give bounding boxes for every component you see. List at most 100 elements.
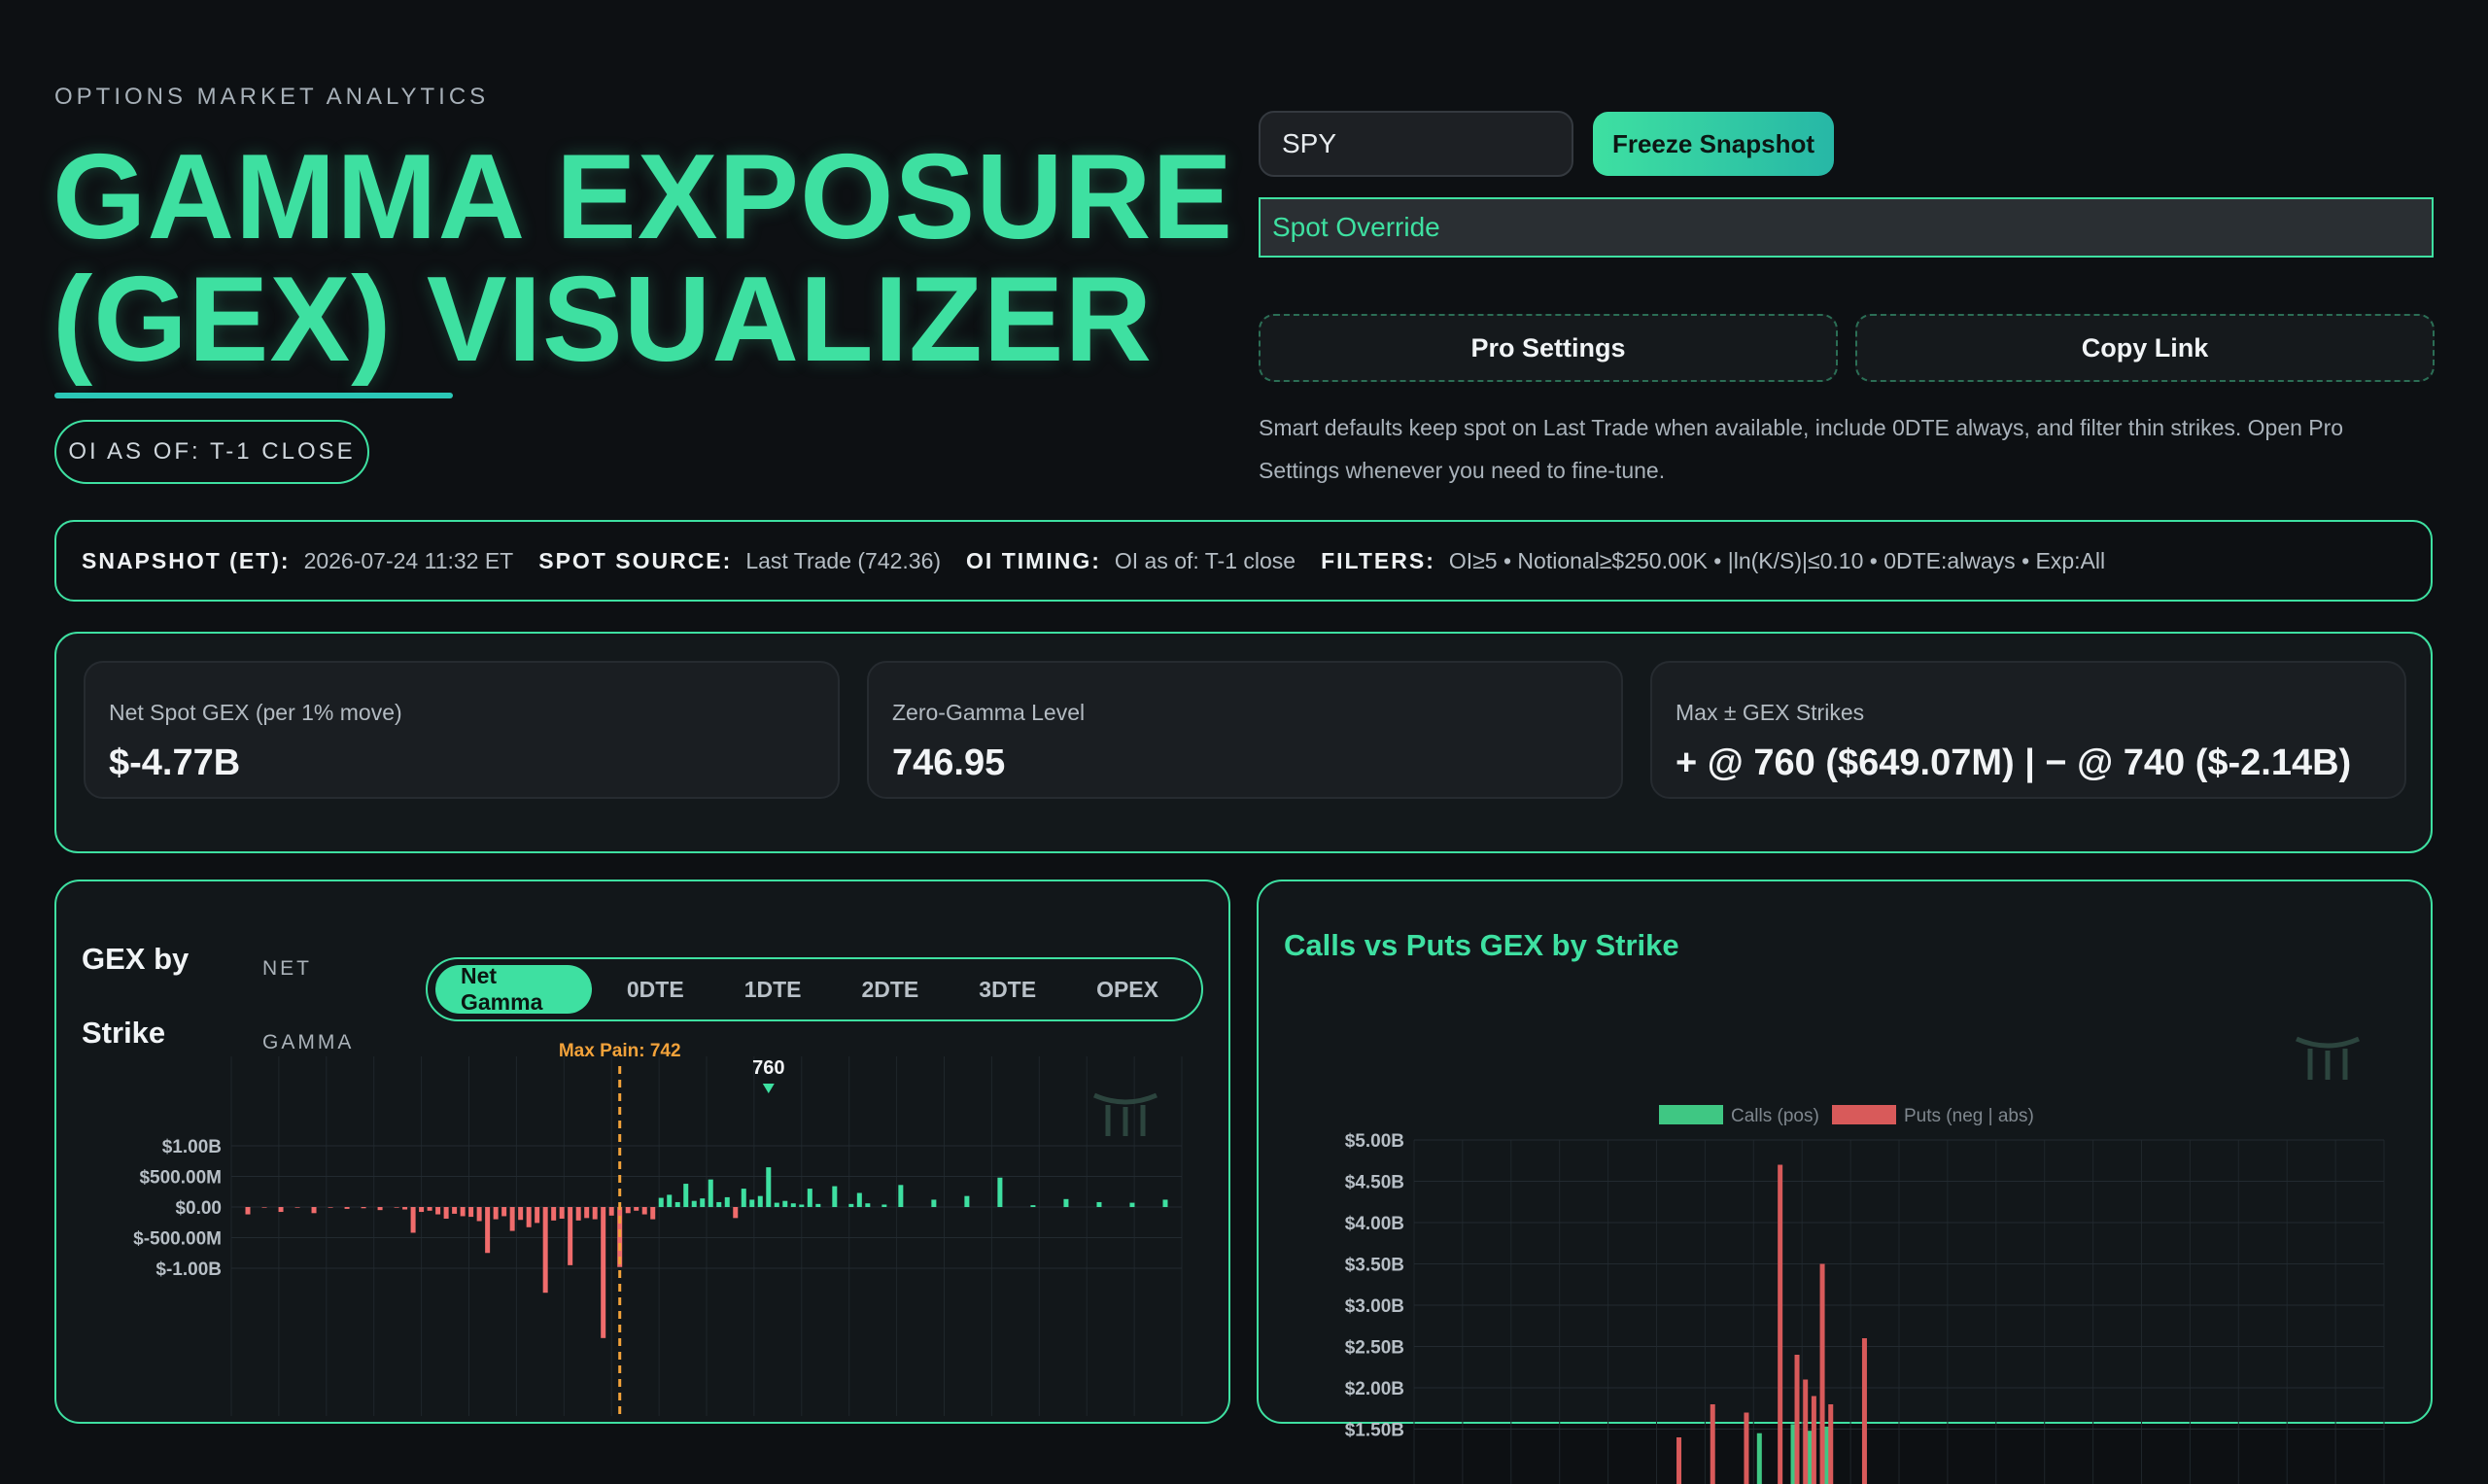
tab-3dte[interactable]: 3DTE xyxy=(953,965,1061,1014)
y-tick-label: $2.00B xyxy=(1345,1379,1404,1399)
tab-opex[interactable]: OPEX xyxy=(1071,965,1184,1014)
puts-bar xyxy=(1803,1380,1808,1484)
puts-bar xyxy=(1710,1404,1715,1484)
spot-source-value: Last Trade (742.36) xyxy=(745,548,941,574)
filters-value: OI≥5 • Notional≥$250.00K • |ln(K/S)|≤0.1… xyxy=(1449,548,2105,574)
gex-bar xyxy=(551,1207,556,1221)
puts-bar xyxy=(1828,1404,1833,1484)
watermark-icon xyxy=(2297,1039,2359,1080)
puts-bar xyxy=(1820,1264,1825,1484)
gex-bar xyxy=(692,1201,697,1207)
gex-bar xyxy=(931,1199,936,1207)
gex-bar xyxy=(501,1207,506,1216)
gex-bar xyxy=(576,1207,581,1221)
gex-bar xyxy=(725,1197,730,1207)
tab-net-gamma[interactable]: Net Gamma xyxy=(435,965,592,1014)
gex-bar xyxy=(428,1207,432,1211)
gex-bar xyxy=(659,1198,664,1207)
gex-bar xyxy=(402,1207,407,1210)
gex-bar xyxy=(733,1207,738,1218)
y-tick-label: $3.00B xyxy=(1345,1296,1404,1317)
tab-1dte[interactable]: 1DTE xyxy=(719,965,827,1014)
gex-bar xyxy=(716,1202,721,1207)
legend-swatch-puts xyxy=(1832,1105,1896,1124)
legend-label-calls: Calls (pos) xyxy=(1731,1106,1819,1126)
gex-bar xyxy=(848,1204,853,1207)
kpi-value: 746.95 xyxy=(892,742,1005,784)
gex-bar xyxy=(1096,1202,1101,1207)
gex-bar xyxy=(857,1193,862,1207)
gex-bar xyxy=(560,1207,565,1219)
page-title: GAMMA EXPOSURE (GEX) VISUALIZER xyxy=(52,136,1233,381)
kpi-zero-gamma: Zero-Gamma Level 746.95 xyxy=(867,661,1623,799)
gex-bar xyxy=(1030,1205,1035,1207)
peak-arrow-icon xyxy=(763,1084,775,1093)
snapshot-meta-bar: SNAPSHOT (ET): 2026-07-24 11:32 ET SPOT … xyxy=(54,520,2433,602)
y-tick-label: $5.00B xyxy=(1345,1131,1404,1152)
gex-bar xyxy=(758,1196,763,1207)
freeze-snapshot-button[interactable]: Freeze Snapshot xyxy=(1593,112,1834,176)
legend-label-puts: Puts (neg | abs) xyxy=(1904,1106,2034,1126)
eyebrow: OPTIONS MARKET ANALYTICS xyxy=(54,84,489,111)
gex-bar xyxy=(749,1199,754,1207)
y-tick-label: $-1.00B xyxy=(156,1260,222,1280)
dte-tab-bar: Net Gamma 0DTE 1DTE 2DTE 3DTE OPEX xyxy=(426,957,1203,1021)
gex-bar xyxy=(444,1207,449,1219)
gex-bar xyxy=(766,1167,771,1207)
gex-bar xyxy=(742,1189,746,1207)
y-tick-label: $1.00B xyxy=(162,1137,222,1157)
gex-bar xyxy=(279,1207,284,1212)
oi-timing-badge: OI AS OF: T-1 CLOSE xyxy=(54,420,369,484)
pro-settings-button[interactable]: Pro Settings xyxy=(1259,314,1838,382)
gex-bar xyxy=(898,1185,903,1207)
gex-bar xyxy=(832,1187,837,1207)
puts-bar xyxy=(1744,1413,1748,1484)
gex-bar xyxy=(584,1207,589,1218)
gex-bar xyxy=(312,1207,317,1213)
gex-by-strike-chart: $1.00B$500.00M$0.00$-500.00M$-1.00B Max … xyxy=(56,1037,1228,1416)
kpi-label: Zero-Gamma Level xyxy=(892,700,1085,726)
gex-bar xyxy=(435,1207,440,1215)
calls-vs-puts-panel: Calls vs Puts GEX by Strike Calls (pos)P… xyxy=(1257,880,2433,1424)
gex-bar xyxy=(700,1198,705,1207)
gex-bar xyxy=(1063,1199,1068,1207)
gex-bar xyxy=(262,1207,267,1208)
snapshot-key: SNAPSHOT (ET): xyxy=(82,548,291,574)
tab-2dte[interactable]: 2DTE xyxy=(836,965,944,1014)
gex-bar xyxy=(295,1207,300,1208)
gex-bar xyxy=(865,1203,870,1207)
kpi-max-gex-strikes: Max ± GEX Strikes + @ 760 ($649.07M) | −… xyxy=(1650,661,2406,799)
gex-bar xyxy=(650,1207,655,1220)
tab-0dte[interactable]: 0DTE xyxy=(602,965,709,1014)
y-tick-label: $3.50B xyxy=(1345,1256,1404,1276)
max-pain-label: Max Pain: 742 xyxy=(559,1041,681,1061)
copy-link-button[interactable]: Copy Link xyxy=(1855,314,2435,382)
y-tick-label: $0.00 xyxy=(175,1198,222,1219)
gex-bar xyxy=(1129,1203,1134,1207)
gex-bar xyxy=(667,1194,672,1207)
y-tick-label: $4.00B xyxy=(1345,1214,1404,1234)
gex-bar xyxy=(593,1207,598,1220)
peak-strike-label: 760 xyxy=(752,1057,784,1079)
gex-bar xyxy=(494,1207,499,1220)
gex-bar xyxy=(419,1207,424,1212)
kpi-label: Max ± GEX Strikes xyxy=(1676,700,1864,726)
title-underline xyxy=(54,393,453,398)
y-tick-label: $1.50B xyxy=(1345,1421,1404,1441)
gex-bar xyxy=(518,1207,523,1220)
spot-override-input[interactable] xyxy=(1259,197,2434,258)
kpi-value: + @ 760 ($649.07M) | − @ 740 ($-2.14B) xyxy=(1676,742,2351,784)
help-text: Smart defaults keep spot on Last Trade w… xyxy=(1259,406,2425,492)
gex-bar xyxy=(609,1207,614,1216)
legend-swatch-calls xyxy=(1659,1105,1723,1124)
gex-bar xyxy=(601,1207,605,1338)
gex-bar xyxy=(461,1207,466,1216)
puts-bar xyxy=(1676,1437,1681,1484)
spot-source-key: SPOT SOURCE: xyxy=(538,548,732,574)
ticker-input[interactable] xyxy=(1259,111,1573,177)
puts-bar xyxy=(1862,1338,1867,1484)
gex-bar xyxy=(626,1207,631,1213)
gex-bar xyxy=(808,1189,812,1207)
gex-bar xyxy=(510,1207,515,1231)
gex-by-strike-panel: GEX by Strike NET GAMMA Net Gamma 0DTE 1… xyxy=(54,880,1230,1424)
